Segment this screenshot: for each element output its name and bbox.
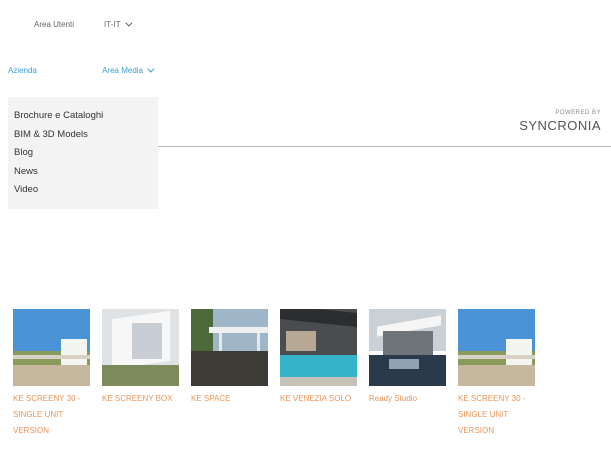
chevron-down-icon: [147, 65, 155, 73]
product-card[interactable]: KE VENEZIA SOLO: [280, 309, 357, 439]
user-area-link[interactable]: Area Utenti: [28, 18, 80, 31]
product-image[interactable]: [369, 309, 446, 386]
product-grid: KE SCREENY 30 - SINGLE UNIT VERSION KE S…: [13, 309, 535, 439]
nav-item-label: Area Media: [102, 66, 143, 75]
nav-item-area-media[interactable]: Area Media: [94, 65, 160, 75]
product-title[interactable]: KE SCREENY BOX: [102, 391, 179, 407]
dropdown-item-bim-models[interactable]: BIM & 3D Models: [14, 126, 152, 145]
product-title[interactable]: KE VENEZIA SOLO: [280, 391, 357, 407]
product-card[interactable]: Ready Studio: [369, 309, 446, 439]
area-media-dropdown: Brochure e Cataloghi BIM & 3D Models Blo…: [8, 97, 158, 209]
product-title[interactable]: Ready Studio: [369, 391, 446, 407]
powered-by-logo[interactable]: POWERED BY SYNCRONIA: [519, 110, 601, 133]
powered-by-label: POWERED BY: [555, 110, 601, 116]
product-title[interactable]: KE SCREENY 30 - SINGLE UNIT VERSION: [458, 391, 535, 439]
top-utility-bar: Area Utenti IT-IT: [28, 18, 133, 31]
product-card[interactable]: KE SPACE: [191, 309, 268, 439]
dropdown-item-brochure[interactable]: Brochure e Cataloghi: [14, 107, 152, 126]
header-divider: [158, 146, 611, 147]
language-selector[interactable]: IT-IT: [104, 19, 133, 29]
product-card[interactable]: KE SCREENY BOX: [102, 309, 179, 439]
main-nav: Azienda Area Media: [0, 65, 160, 75]
chevron-down-icon: [125, 19, 133, 27]
product-title[interactable]: KE SPACE: [191, 391, 268, 407]
brand-logo: SYNCRONIA: [519, 118, 601, 133]
nav-item-azienda[interactable]: Azienda: [0, 66, 45, 75]
product-card[interactable]: KE SCREENY 30 - SINGLE UNIT VERSION: [458, 309, 535, 439]
dropdown-item-blog[interactable]: Blog: [14, 144, 152, 163]
dropdown-item-news[interactable]: News: [14, 163, 152, 182]
language-label: IT-IT: [104, 20, 121, 29]
product-image[interactable]: [13, 309, 90, 386]
product-image[interactable]: [102, 309, 179, 386]
product-image[interactable]: [458, 309, 535, 386]
product-image[interactable]: [191, 309, 268, 386]
product-image[interactable]: [280, 309, 357, 386]
dropdown-item-video[interactable]: Video: [14, 181, 152, 200]
product-title[interactable]: KE SCREENY 30 - SINGLE UNIT VERSION: [13, 391, 90, 439]
product-card[interactable]: KE SCREENY 30 - SINGLE UNIT VERSION: [13, 309, 90, 439]
